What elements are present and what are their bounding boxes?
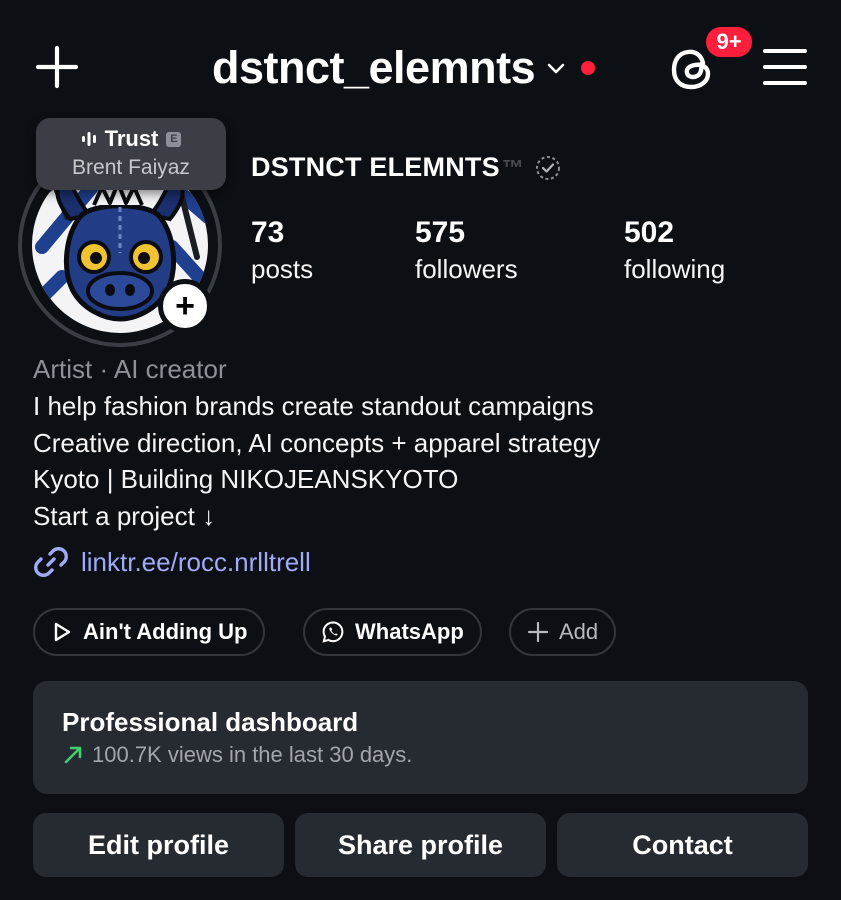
bio-line: I help fashion brands create standout ca… — [33, 391, 594, 421]
display-name: DSTNCT ELEMNTS — [251, 152, 500, 182]
whatsapp-chip[interactable]: WhatsApp — [303, 608, 482, 656]
play-icon — [54, 622, 71, 642]
trend-up-arrow-icon — [64, 746, 82, 764]
note-title-row: Trust E — [36, 126, 226, 152]
dashboard-subtitle: 100.7K views in the last 30 days. — [92, 742, 413, 767]
unread-dot — [581, 61, 596, 75]
stat-posts-label: posts — [251, 254, 314, 284]
stat-followers[interactable]: 575 followers — [415, 215, 518, 287]
add-chip-label: Add — [559, 619, 599, 644]
bio-link-text: linktr.ee/rocc.nrlltrell — [81, 546, 311, 577]
bio-line: Start a project ↓ — [33, 501, 216, 531]
audio-bars-icon — [81, 132, 96, 146]
bio-link[interactable]: linktr.ee/rocc.nrlltrell — [33, 544, 311, 580]
edit-profile-button[interactable]: Edit profile — [33, 813, 284, 877]
plus-icon — [527, 621, 549, 643]
whatsapp-chip-label: WhatsApp — [355, 619, 464, 644]
note-song-title: Trust — [104, 126, 159, 151]
stat-posts-value: 73 — [251, 216, 285, 249]
meta-verified-badge-icon[interactable] — [534, 154, 562, 182]
username: dstnct_elemnts — [212, 42, 536, 93]
stat-followers-value: 575 — [415, 216, 466, 249]
music-note-bubble[interactable]: Trust E Brent Faiyaz — [36, 118, 226, 190]
top-bar: dstnct_elemnts 9+ — [0, 0, 841, 130]
dashboard-title: Professional dashboard — [62, 707, 359, 737]
stat-following-label: following — [624, 254, 726, 284]
create-plus-icon[interactable] — [34, 44, 80, 90]
share-profile-button[interactable]: Share profile — [295, 813, 546, 877]
stat-following-value: 502 — [624, 216, 675, 249]
bio-line: Creative direction, AI concepts + appare… — [33, 428, 601, 458]
link-chain-icon — [34, 547, 68, 577]
trademark-symbol: ™ — [501, 154, 524, 180]
whatsapp-icon — [322, 621, 344, 643]
contact-button[interactable]: Contact — [557, 813, 808, 877]
add-story-button[interactable]: + — [158, 279, 212, 333]
add-chip[interactable]: Add — [509, 608, 617, 656]
explicit-badge: E — [166, 131, 182, 147]
account-switcher[interactable]: dstnct_elemnts — [212, 38, 596, 98]
display-name-row: DSTNCT ELEMNTS ™ — [251, 152, 562, 183]
music-chip[interactable]: Ain't Adding Up — [33, 608, 266, 656]
stat-posts[interactable]: 73 posts — [251, 215, 313, 287]
stat-following[interactable]: 502 following — [624, 215, 725, 287]
hamburger-menu-icon[interactable] — [762, 46, 808, 88]
notification-badge: 9+ — [703, 24, 755, 60]
dashboard-subtitle-row: 100.7K views in the last 30 days. — [62, 742, 412, 768]
bio-line: Kyoto | Building NIKOJEANSKYOTO — [33, 464, 459, 494]
profile-category: Artist · AI creator — [33, 354, 227, 384]
note-artist: Brent Faiyaz — [72, 156, 190, 179]
chevron-down-icon — [547, 63, 565, 74]
stat-followers-label: followers — [415, 254, 518, 284]
music-chip-label: Ain't Adding Up — [83, 619, 248, 644]
professional-dashboard-card[interactable]: Professional dashboard 100.7K views in t… — [33, 681, 808, 794]
